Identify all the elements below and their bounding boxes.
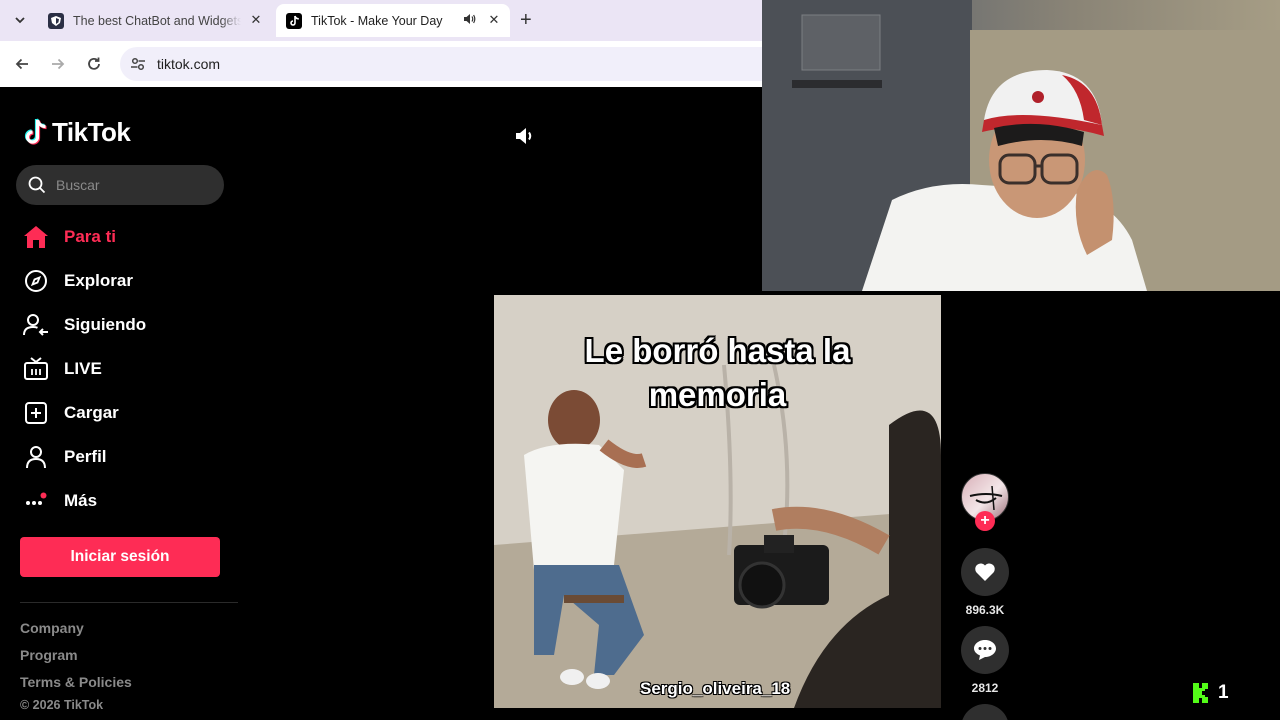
- webcam-scene: [762, 0, 1280, 291]
- heart-icon: [975, 563, 995, 581]
- video-caption: Le borró hasta la memoria: [584, 332, 851, 413]
- nav-item-para-ti[interactable]: Para ti: [22, 219, 222, 255]
- search-box[interactable]: [16, 165, 224, 205]
- like-count: 896.3K: [965, 603, 1005, 617]
- kick-viewer-badge: 1: [1193, 682, 1229, 704]
- follow-plus-icon[interactable]: +: [975, 511, 995, 531]
- footer-link-terms[interactable]: Terms & Policies: [20, 674, 132, 690]
- login-button[interactable]: Iniciar sesión: [20, 537, 220, 577]
- new-tab-plus-icon[interactable]: +: [520, 9, 532, 31]
- tab-search-chevron-icon[interactable]: [8, 8, 32, 32]
- nav-item-live[interactable]: LIVE: [22, 351, 222, 387]
- nav-item-cargar[interactable]: Cargar: [22, 395, 222, 431]
- reload-icon[interactable]: [82, 52, 106, 76]
- video-watermark-handle: Sergio_oliveira_18: [640, 679, 791, 698]
- forward-arrow-icon[interactable]: [46, 52, 70, 76]
- tab-chatbot[interactable]: The best ChatBot and Widgets ✕: [40, 4, 272, 37]
- footer-link-company[interactable]: Company: [20, 620, 84, 636]
- nav-item-mas[interactable]: Más: [22, 483, 222, 519]
- profile-user-icon: [22, 443, 50, 471]
- tiktok-note-icon: [24, 118, 47, 145]
- back-arrow-icon[interactable]: [10, 52, 34, 76]
- sidebar-divider: [20, 602, 238, 603]
- nav-item-perfil[interactable]: Perfil: [22, 439, 222, 475]
- nav-label: Siguiendo: [64, 315, 147, 334]
- live-tv-icon: [22, 355, 50, 383]
- like-button[interactable]: [961, 548, 1009, 596]
- tab-tiktok[interactable]: TikTok - Make Your Day ✕: [276, 4, 510, 37]
- tiktok-favicon-icon: [286, 12, 302, 29]
- comment-count: 2812: [971, 681, 999, 695]
- kick-logo-icon: [1193, 683, 1208, 703]
- screen: The best ChatBot and Widgets ✕ TikTok - …: [0, 0, 1280, 720]
- more-dots-icon: [22, 487, 50, 515]
- browser-toolbar: tiktok.com: [0, 41, 762, 87]
- nav-label: LIVE: [64, 359, 102, 378]
- close-tab-icon[interactable]: ✕: [486, 12, 502, 28]
- nav-label: Explorar: [64, 271, 133, 290]
- shield-logo-icon: [48, 12, 64, 29]
- tab-title: TikTok - Make Your Day: [311, 13, 443, 28]
- nav-item-explorar[interactable]: Explorar: [22, 263, 222, 299]
- kick-viewer-count: 1: [1218, 682, 1229, 703]
- webcam-overlay: [762, 0, 1280, 291]
- bookmark-button[interactable]: [961, 704, 1009, 720]
- logo-wordmark: TikTok: [52, 116, 131, 147]
- home-icon: [22, 223, 50, 251]
- footer-link-program[interactable]: Program: [20, 647, 78, 663]
- nav-label: Perfil: [64, 447, 107, 466]
- comment-bubble-icon: [974, 640, 996, 660]
- video-player[interactable]: Le borró hasta la memoria Sergio_oliveir…: [494, 295, 941, 708]
- nav-label: Cargar: [64, 403, 119, 422]
- compass-icon: [22, 267, 50, 295]
- url-text: tiktok.com: [157, 56, 221, 72]
- tiktok-sidebar: TikTok Para ti Explorar Siguiendo: [0, 87, 240, 720]
- tab-title: The best ChatBot and Widgets: [73, 13, 241, 28]
- nav-item-siguiendo[interactable]: Siguiendo: [22, 307, 222, 343]
- upload-plus-icon: [22, 399, 50, 427]
- browser-window: The best ChatBot and Widgets ✕ TikTok - …: [0, 0, 762, 87]
- nav-label: Más: [64, 491, 98, 510]
- nav-label: Para ti: [64, 227, 116, 246]
- close-tab-icon[interactable]: ✕: [248, 12, 264, 28]
- tab-audio-icon[interactable]: [463, 13, 476, 28]
- copyright-text: © 2026 TikTok: [20, 698, 104, 712]
- tiktok-logo[interactable]: TikTok: [24, 115, 131, 149]
- search-input[interactable]: [56, 165, 216, 205]
- search-icon: [28, 176, 46, 194]
- address-bar[interactable]: tiktok.com: [120, 47, 762, 81]
- comment-button[interactable]: [961, 626, 1009, 674]
- tab-strip: The best ChatBot and Widgets ✕ TikTok - …: [0, 0, 762, 41]
- site-settings-icon[interactable]: [130, 56, 146, 72]
- following-user-icon: [22, 311, 50, 339]
- volume-icon[interactable]: [513, 124, 537, 148]
